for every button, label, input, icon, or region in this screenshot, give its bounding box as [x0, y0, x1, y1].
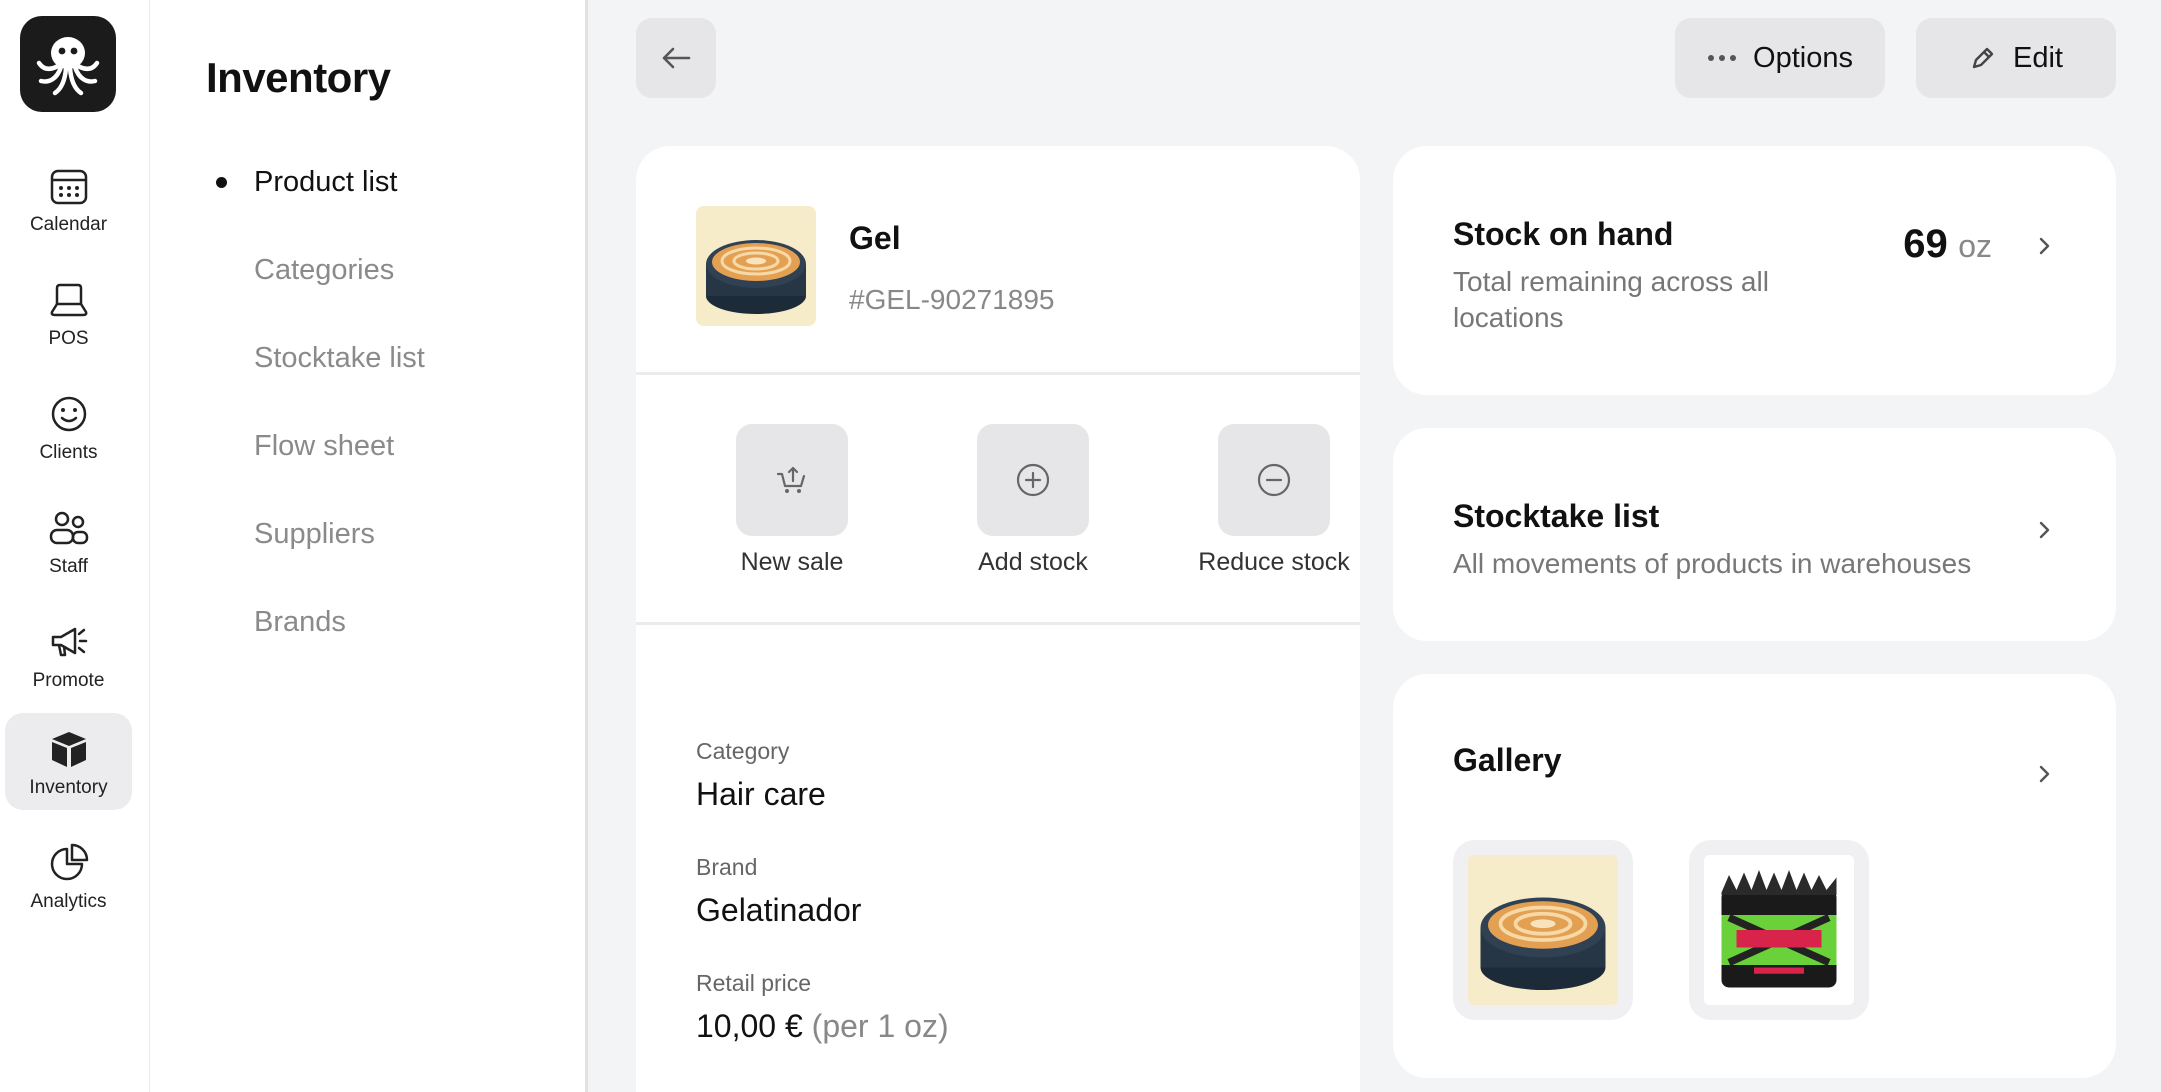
- box-icon: [51, 732, 86, 767]
- rail-label: Clients: [39, 442, 98, 463]
- gallery-thumbnail: [1468, 855, 1618, 1005]
- pie-chart-icon: [50, 843, 88, 881]
- inventory-subnav: Inventory Product list Categories Stockt…: [150, 0, 588, 1092]
- product-thumbnail: [696, 206, 816, 326]
- options-label: Options: [1753, 41, 1853, 74]
- rail-item-staff[interactable]: Staff: [5, 492, 132, 589]
- product-name: Gel: [849, 220, 901, 256]
- gel-tub-image: [1704, 855, 1854, 1005]
- retail-price-unit: (per 1 oz): [811, 1008, 949, 1044]
- gallery-image-2[interactable]: [1689, 840, 1869, 1020]
- subnav-title: Inventory: [206, 54, 391, 101]
- rail-label: Analytics: [30, 891, 107, 912]
- subnav-item-brands[interactable]: Brands: [254, 606, 346, 639]
- new-sale-button[interactable]: [736, 424, 848, 536]
- product-detail-card: Gel #GEL-90271895 New sale Add stock Red…: [636, 146, 1360, 1092]
- stock-subtitle: Total remaining across all locations: [1453, 264, 1769, 336]
- chevron-right-icon: [2039, 237, 2050, 255]
- gallery-thumbnail: [1704, 855, 1854, 1005]
- retail-price-value: 10,00 €: [696, 1008, 803, 1044]
- cart-upload-icon: [776, 466, 806, 493]
- rail-item-analytics[interactable]: Analytics: [5, 827, 132, 924]
- rail-label: Promote: [32, 670, 105, 691]
- octopus-logo[interactable]: [20, 16, 116, 112]
- rail-item-calendar[interactable]: Calendar: [5, 150, 132, 247]
- plus-circle-icon: [1016, 463, 1050, 497]
- category-value: Hair care: [696, 776, 826, 812]
- retail-price-label: Retail price: [696, 970, 812, 996]
- megaphone-icon: [51, 627, 87, 657]
- brand-label: Brand: [696, 854, 758, 880]
- stocktake-list-card[interactable]: Stocktake list All movements of products…: [1393, 428, 2116, 641]
- subnav-item-flow-sheet[interactable]: Flow sheet: [254, 430, 394, 463]
- brand-value: Gelatinador: [696, 892, 862, 928]
- gallery-card: Gallery: [1393, 674, 2116, 1078]
- pencil-icon: [1972, 47, 1994, 69]
- stocktake-title: Stocktake list: [1453, 498, 1660, 534]
- stock-unit: oz: [1958, 228, 1992, 264]
- back-button[interactable]: [636, 18, 716, 98]
- gallery-image-1[interactable]: [1453, 840, 1633, 1020]
- staff-icon: [49, 511, 88, 545]
- rail-label: Inventory: [29, 777, 108, 798]
- divider: [636, 622, 1360, 625]
- rail-item-clients[interactable]: Clients: [5, 378, 132, 475]
- rail-label: POS: [48, 328, 89, 349]
- smiley-icon: [51, 396, 86, 432]
- options-button[interactable]: Options: [1675, 18, 1885, 98]
- calendar-icon: [50, 169, 87, 205]
- pos-icon: [50, 283, 87, 317]
- rail-item-promote[interactable]: Promote: [5, 606, 132, 703]
- new-sale-action[interactable]: New sale: [702, 424, 882, 577]
- retail-price-row: 10,00 € (per 1 oz): [696, 1008, 949, 1045]
- category-label: Category: [696, 738, 790, 764]
- product-sku: #GEL-90271895: [849, 284, 1055, 315]
- subnav-item-stocktake-list[interactable]: Stocktake list: [254, 342, 425, 375]
- subnav-item-categories[interactable]: Categories: [254, 254, 394, 287]
- icon-rail: Calendar POS Clients Staff Promote Inven…: [0, 0, 150, 1092]
- edit-button[interactable]: Edit: [1916, 18, 2116, 98]
- rail-label: Calendar: [29, 214, 108, 235]
- gel-jar-image: [1468, 855, 1618, 1005]
- stock-amount-row: 69 oz: [1903, 222, 1992, 267]
- divider: [636, 372, 1360, 375]
- chevron-right-icon[interactable]: [2032, 762, 2056, 786]
- gallery-title: Gallery: [1453, 742, 1562, 778]
- stocktake-subtitle: All movements of products in warehouses: [1453, 548, 1972, 579]
- edit-label: Edit: [2013, 41, 2063, 74]
- action-label: Reduce stock: [1198, 548, 1350, 576]
- add-stock-button[interactable]: [977, 424, 1089, 536]
- action-label: New sale: [740, 548, 844, 576]
- subnav-item-product-list[interactable]: Product list: [254, 166, 397, 199]
- reduce-stock-action[interactable]: Reduce stock: [1184, 424, 1360, 577]
- subnav-item-suppliers[interactable]: Suppliers: [254, 518, 375, 551]
- minus-circle-icon: [1257, 463, 1291, 497]
- stock-amount: 69: [1903, 222, 1948, 266]
- rail-label: Staff: [49, 556, 88, 577]
- stock-subtitle-line: Total remaining across all: [1453, 266, 1769, 297]
- reduce-stock-button[interactable]: [1218, 424, 1330, 536]
- stock-subtitle-line: locations: [1453, 302, 1564, 333]
- rail-item-pos[interactable]: POS: [5, 264, 132, 361]
- stock-title: Stock on hand: [1453, 216, 1674, 252]
- rail-item-inventory[interactable]: Inventory: [5, 713, 132, 810]
- active-bullet: [216, 177, 227, 188]
- add-stock-action[interactable]: Add stock: [943, 424, 1123, 577]
- action-label: Add stock: [978, 548, 1088, 576]
- stock-on-hand-card[interactable]: Stock on hand Total remaining across all…: [1393, 146, 2116, 395]
- arrow-left-icon: [662, 47, 691, 69]
- chevron-right-icon: [2039, 521, 2050, 539]
- gel-jar-image: [696, 206, 816, 326]
- more-dots-icon: [1708, 55, 1737, 61]
- octopus-icon: [36, 37, 100, 96]
